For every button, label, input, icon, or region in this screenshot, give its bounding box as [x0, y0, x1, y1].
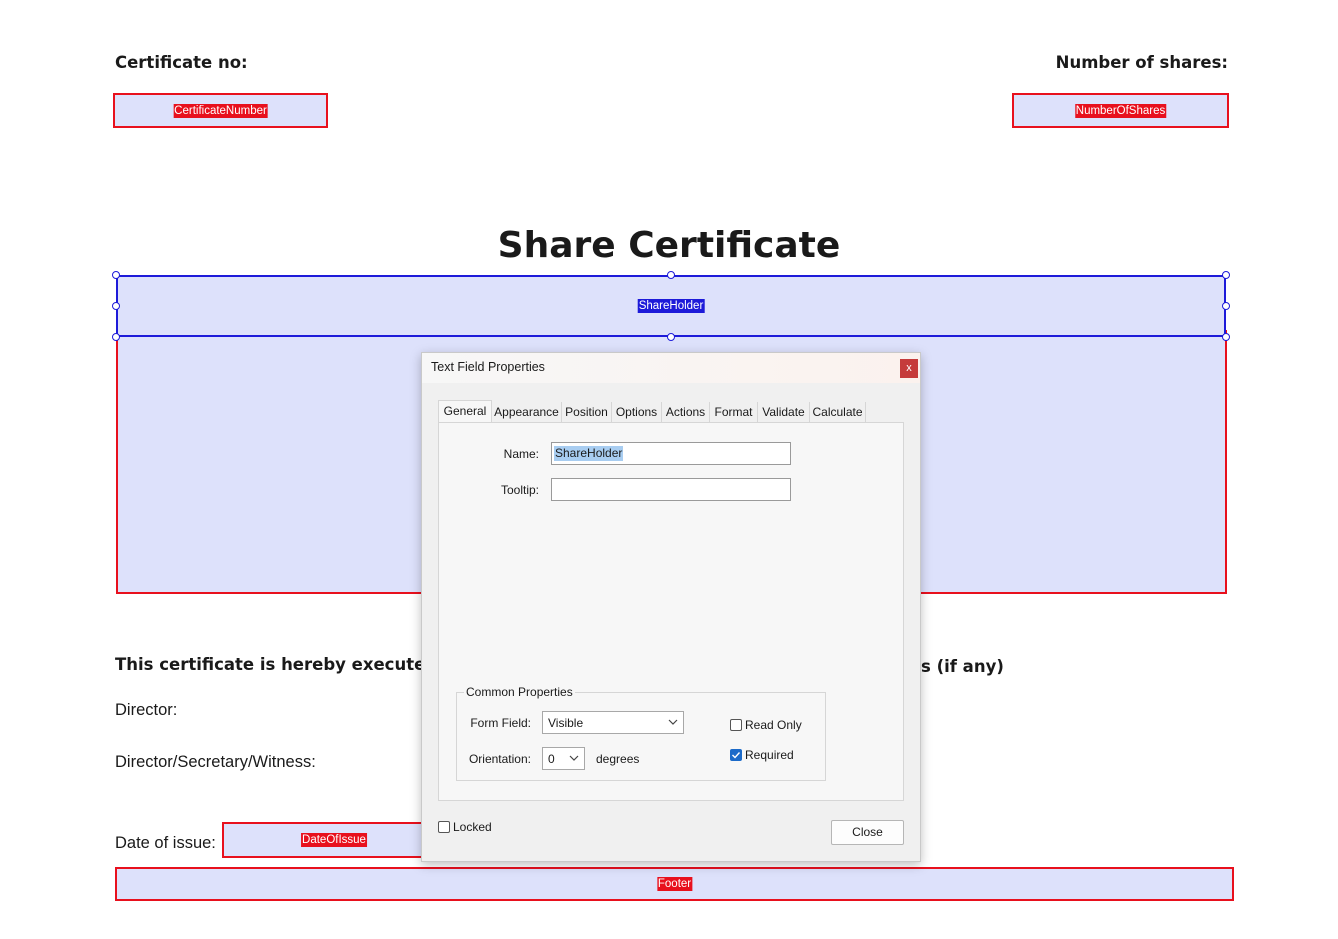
- resize-handle[interactable]: [1222, 271, 1230, 279]
- tab-format[interactable]: Format: [710, 402, 758, 422]
- degrees-label: degrees: [596, 752, 640, 766]
- executed-text-tail: s (if any): [921, 657, 1004, 676]
- resize-handle[interactable]: [667, 271, 675, 279]
- director-label: Director:: [115, 701, 178, 719]
- certificate-number-field[interactable]: CertificateNumber: [113, 93, 328, 128]
- field-name-tag: ShareHolder: [637, 299, 705, 313]
- required-checkbox[interactable]: [730, 749, 742, 761]
- certificate-no-label: Certificate no:: [115, 53, 248, 72]
- common-properties-title: Common Properties: [464, 685, 575, 699]
- orientation-label: Orientation:: [468, 752, 531, 766]
- resize-handle[interactable]: [112, 271, 120, 279]
- page-title: Share Certificate: [497, 225, 841, 266]
- field-name-tag: CertificateNumber: [173, 103, 268, 118]
- chevron-down-icon: [569, 755, 579, 761]
- resize-handle[interactable]: [667, 333, 675, 341]
- name-input-value: ShareHolder: [554, 446, 624, 461]
- chevron-down-icon: [668, 719, 678, 725]
- tooltip-input[interactable]: [551, 478, 791, 501]
- field-name-tag: DateOfIssue: [301, 833, 367, 847]
- read-only-checkbox[interactable]: [730, 719, 742, 731]
- tab-validate[interactable]: Validate: [758, 402, 810, 422]
- locked-label: Locked: [453, 820, 492, 834]
- tab-position[interactable]: Position: [562, 402, 612, 422]
- name-label: Name:: [503, 447, 539, 461]
- text-field-properties-dialog: Text Field Properties x General Appearan…: [421, 352, 921, 862]
- footer-field[interactable]: Footer: [115, 867, 1234, 901]
- form-field-select[interactable]: Visible: [542, 711, 684, 734]
- number-of-shares-field[interactable]: NumberOfShares: [1012, 93, 1229, 128]
- required-label: Required: [745, 748, 794, 762]
- close-icon[interactable]: x: [900, 359, 918, 378]
- orientation-select-value: 0: [548, 752, 555, 766]
- share-holder-field[interactable]: ShareHolder: [116, 275, 1226, 337]
- locked-checkbox[interactable]: [438, 821, 450, 833]
- date-of-issue-label: Date of issue:: [115, 834, 216, 852]
- name-input[interactable]: ShareHolder: [551, 442, 791, 465]
- director-secretary-witness-label: Director/Secretary/Witness:: [115, 753, 316, 771]
- resize-handle[interactable]: [112, 333, 120, 341]
- read-only-label: Read Only: [745, 718, 802, 732]
- field-name-tag: Footer: [656, 877, 693, 891]
- date-of-issue-field[interactable]: DateOfIssue: [222, 822, 442, 858]
- tab-appearance[interactable]: Appearance: [492, 402, 562, 422]
- dialog-title-bar[interactable]: Text Field Properties x: [422, 353, 920, 383]
- tab-actions[interactable]: Actions: [662, 402, 710, 422]
- common-properties-group: [456, 692, 826, 781]
- tab-calculate[interactable]: Calculate: [810, 402, 866, 422]
- resize-handle[interactable]: [1222, 302, 1230, 310]
- tooltip-label: Tooltip:: [500, 483, 539, 497]
- executed-text: This certificate is hereby executed b: [115, 655, 455, 674]
- number-of-shares-label: Number of shares:: [1055, 53, 1228, 72]
- close-button[interactable]: Close: [831, 820, 904, 845]
- orientation-select[interactable]: 0: [542, 747, 585, 770]
- field-name-tag: NumberOfShares: [1074, 103, 1167, 118]
- check-icon: [732, 752, 741, 759]
- dialog-title: Text Field Properties: [431, 360, 545, 374]
- resize-handle[interactable]: [1222, 333, 1230, 341]
- form-field-select-value: Visible: [548, 716, 584, 730]
- tab-options[interactable]: Options: [612, 402, 662, 422]
- tab-general[interactable]: General: [438, 400, 492, 423]
- resize-handle[interactable]: [112, 302, 120, 310]
- form-field-label: Form Field:: [470, 716, 531, 730]
